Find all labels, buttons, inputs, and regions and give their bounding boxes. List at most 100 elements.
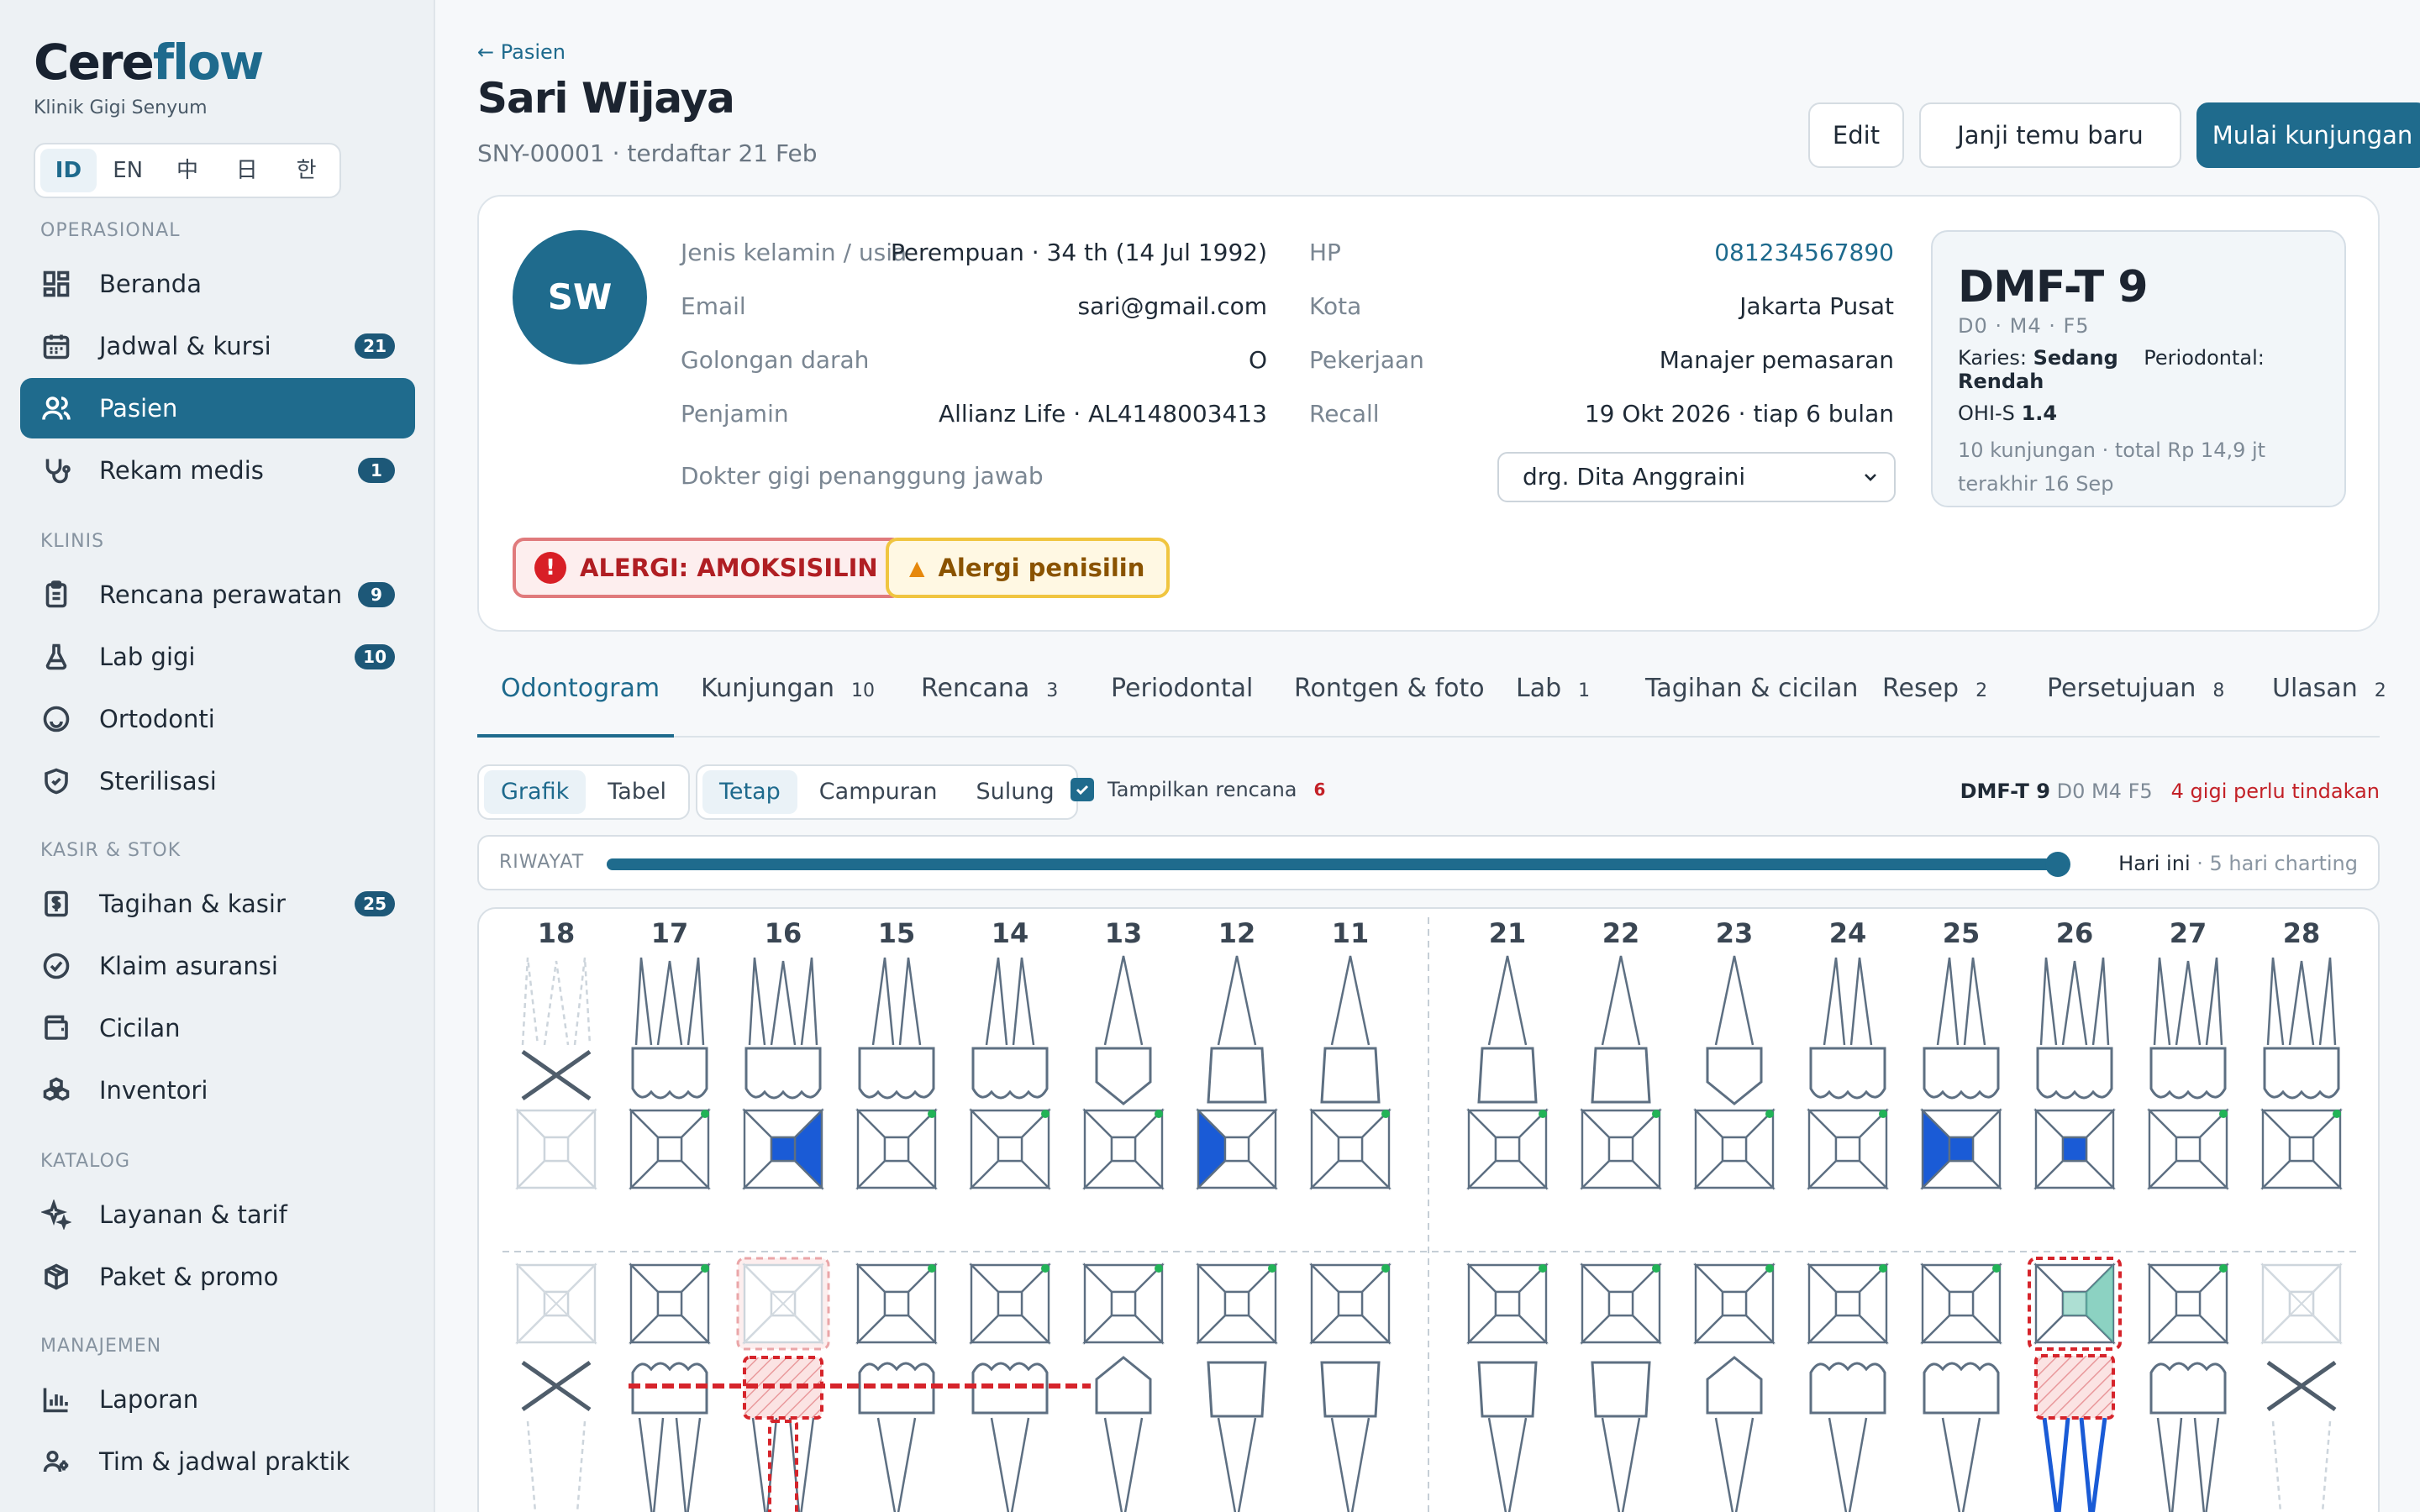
sidebar-item-layanan[interactable]: Layanan & tarif [20,1184,415,1245]
tooth-lower-9[interactable] [1466,1263,1549,1512]
sidebar-item-rencana[interactable]: Rencana perawatan 9 [20,564,415,625]
badge-tagihan: 25 [355,891,395,916]
tab-periodontal[interactable]: Periodontal [1111,674,1253,703]
tooth-lower-11[interactable] [1693,1263,1776,1512]
team-icon [40,1446,72,1478]
start-visit-button[interactable]: Mulai kunjungan [2196,102,2420,168]
tab-lab[interactable]: Lab 1 [1516,674,1590,703]
sidebar-item-laporan[interactable]: Laporan [20,1369,415,1430]
svg-text:11: 11 [1332,917,1370,949]
tooth-11[interactable]: 11 [1309,917,1392,1190]
svg-text:12: 12 [1218,917,1256,949]
tab-rontgen[interactable]: Rontgen & foto [1294,674,1485,703]
sidebar-item-tagihan[interactable]: Tagihan & kasir 25 [20,874,415,934]
brand-logo[interactable]: Cereflow [34,34,264,91]
dentition-tetap[interactable]: Tetap [702,770,797,814]
tab-tagihan[interactable]: Tagihan & cicilan [1645,674,1858,703]
tooth-lower-8[interactable] [1309,1263,1392,1512]
lang-zh[interactable]: 中 [160,149,216,192]
lang-ko[interactable]: 한 [278,149,334,192]
tooth-24[interactable]: 24 [1807,917,1889,1190]
clipboard-icon [40,579,72,611]
tooth-lower-16[interactable] [2260,1263,2343,1512]
tooth-lower-14[interactable] [2028,1257,2122,1512]
sidebar-item-tim[interactable]: Tim & jadwal praktik [20,1431,415,1492]
section-operasional: OPERASIONAL [40,220,181,241]
mode-tabel[interactable]: Tabel [591,770,683,814]
tooth-lower-7[interactable] [1196,1263,1278,1512]
alert-icon: ! [534,552,566,584]
tooth-12[interactable]: 12 [1196,917,1278,1190]
patient-card: SW Jenis kelamin / usia Perempuan · 34 t… [477,195,2380,632]
tooth-16[interactable]: 16 [742,917,824,1190]
field-value-recall: 19 Okt 2026 · tiap 6 bulan [1584,400,1894,428]
tab-persetujuan[interactable]: Persetujuan 8 [2047,674,2224,703]
dentist-label: Dokter gigi penanggung jawab [681,462,1044,490]
tab-rencana[interactable]: Rencana 3 [921,674,1058,703]
tooth-lower-1[interactable] [515,1263,597,1512]
tooth-lower-10[interactable] [1580,1263,1662,1512]
tab-resep[interactable]: Resep 2 [1882,674,1987,703]
ohi-row: OHI-S 1.4 [1958,402,2058,425]
sidebar-item-ortodonti[interactable]: Ortodonti [20,689,415,749]
tooth-15[interactable]: 15 [855,917,938,1190]
back-to-patients-link[interactable]: ← Pasien [477,40,566,64]
dentition-campuran[interactable]: Campuran [802,770,955,814]
dentition-sulung[interactable]: Sulung [960,770,1071,814]
history-handle[interactable] [2045,852,2070,877]
tooth-lower-6[interactable] [1082,1263,1165,1512]
sidebar-item-inventori[interactable]: Inventori [20,1060,415,1121]
lang-id[interactable]: ID [40,149,97,192]
odontogram-svg: 18 17 16 15 14 13 12 11 21 22 23 24 25 26 27 28 [502,917,2358,1512]
tooth-27[interactable]: 27 [2147,917,2229,1190]
tooth-18[interactable]: 18 [515,917,597,1190]
sidebar-item-jadwal[interactable]: Jadwal & kursi 21 [20,316,415,376]
tab-kunjungan[interactable]: Kunjungan 10 [701,674,875,703]
svg-text:28: 28 [2283,917,2321,949]
svg-text:18: 18 [538,917,576,949]
tooth-17[interactable]: 17 [629,917,711,1190]
section-manajemen: MANAJEMEN [40,1336,162,1357]
tooth-21[interactable]: 21 [1466,917,1549,1190]
sidebar-item-lab-gigi[interactable]: Lab gigi 10 [20,627,415,687]
tooth-23[interactable]: 23 [1693,917,1776,1190]
sidebar-item-sterilisasi[interactable]: Sterilisasi [20,751,415,811]
main-content: ← Pasien Sari Wijaya SNY-00001 · terdaft… [477,0,2420,1512]
field-label-blood: Golongan darah [681,346,870,374]
sidebar-item-klaim[interactable]: Klaim asuransi [20,936,415,996]
field-label-phone: HP [1309,239,1341,266]
field-value-phone[interactable]: 081234567890 [1714,239,1894,266]
dentist-select[interactable]: drg. Dita Anggraini [1497,452,1896,502]
tab-ulasan[interactable]: Ulasan 2 [2272,674,2386,703]
tab-odontogram[interactable]: Odontogram [501,674,660,703]
odontogram-summary: DMF-T 9 D0 M4 F5 4 gigi perlu tindakan [1960,780,2380,803]
tooth-13[interactable]: 13 [1082,917,1165,1190]
mode-grafik[interactable]: Grafik [484,770,587,814]
sidebar-item-pasien[interactable]: Pasien [20,378,415,438]
sidebar-item-cicilan[interactable]: Cicilan [20,998,415,1058]
lang-en[interactable]: EN [100,149,156,192]
sidebar-item-beranda[interactable]: Beranda [20,254,415,314]
svg-text:25: 25 [1943,917,1981,949]
new-appointment-button[interactable]: Janji temu baru [1919,102,2181,168]
avatar: SW [513,230,647,365]
warning-badge: ▲ Alergi penisilin [886,538,1171,598]
tooth-lower-13[interactable] [1920,1263,2002,1512]
show-plan-checkbox[interactable]: Tampilkan rencana 6 [1071,778,1325,801]
history-track[interactable] [607,858,2062,870]
field-value-insurer: Allianz Life · AL4148003413 [938,400,1267,428]
plan-count: 6 [1313,780,1326,800]
edit-button[interactable]: Edit [1808,102,1904,168]
tooth-26[interactable]: 26 [2033,917,2116,1190]
tooth-22[interactable]: 22 [1580,917,1662,1190]
lang-ja[interactable]: 日 [218,149,275,192]
tooth-28[interactable]: 28 [2260,917,2343,1190]
tooth-25[interactable]: 25 [1920,917,2002,1190]
tooth-lower-15[interactable] [2147,1263,2229,1512]
sidebar-item-paket[interactable]: Paket & promo [20,1247,415,1307]
wallet-icon [40,1012,72,1044]
tooth-lower-12[interactable] [1807,1263,1889,1512]
sidebar-item-rekam-medis[interactable]: Rekam medis 1 [20,440,415,501]
field-value-blood: O [1248,346,1267,374]
tooth-14[interactable]: 14 [969,917,1051,1190]
